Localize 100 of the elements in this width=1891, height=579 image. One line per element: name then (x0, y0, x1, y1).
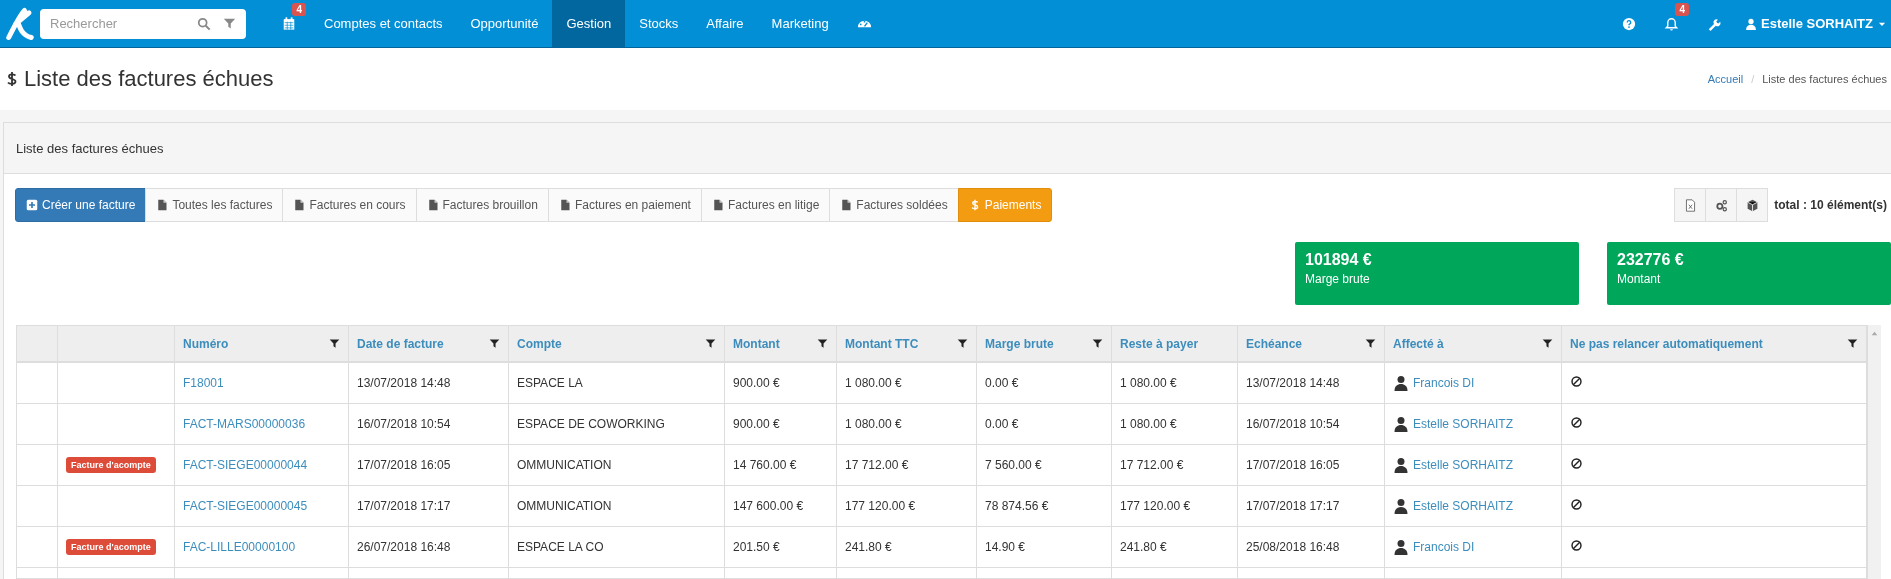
notification-badge: 4 (292, 3, 306, 16)
total-count: total : 10 élément(s) (1774, 198, 1887, 212)
table-cell: 25/08/2018 16:48 (1237, 526, 1385, 568)
table-cell: 0.00 € (976, 403, 1112, 445)
settings-button[interactable] (1705, 188, 1738, 222)
filter-tab-button[interactable]: Toutes les factures (145, 188, 284, 222)
table-cell: 900.00 € (724, 362, 837, 404)
table-cell: 13/07/2018 14:48 (348, 362, 509, 404)
create-invoice-button[interactable]: Créer une facture (15, 188, 147, 222)
column-header[interactable]: Compte (517, 336, 562, 351)
filter-icon[interactable] (957, 338, 968, 349)
assignee-link[interactable]: Estelle SORHAITZ (1413, 417, 1514, 431)
nav-menu-item[interactable]: Affaire (692, 0, 758, 47)
search-bar[interactable]: Rechercher (40, 8, 246, 39)
invoice-type-label: Facture d'acompte (66, 457, 156, 473)
breadcrumb-current: Liste des factures échues (1762, 73, 1887, 85)
filter-tab-button[interactable]: Factures en cours (282, 188, 417, 222)
filter-icon[interactable] (489, 338, 500, 349)
stat-value: 232776 € (1617, 251, 1685, 269)
user-icon (1745, 17, 1758, 30)
table-cell: 17 712.00 € (1111, 444, 1238, 486)
help-icon[interactable] (1622, 16, 1637, 31)
user-menu-button[interactable]: Estelle SORHAITZ (1735, 0, 1891, 47)
package-button[interactable] (1736, 188, 1769, 222)
excel-export-button[interactable] (1674, 188, 1707, 222)
table-cell: 1 080.00 € (836, 362, 977, 404)
user-icon (1393, 539, 1409, 555)
table-cell: 17/07/2018 17:17 (348, 485, 509, 527)
table-cell: 7 560.00 € (976, 444, 1112, 486)
assignee-link[interactable]: Estelle SORHAITZ (1413, 499, 1514, 513)
filter-tab-button[interactable]: Factures en paiement (547, 188, 702, 222)
table-cell: ESPACE LA CO (508, 526, 725, 568)
table-cell: ESPACE DE COWORKING (508, 403, 725, 445)
table-cell: 0.00 € (976, 362, 1112, 404)
payments-button[interactable]: Paiements (957, 188, 1053, 222)
table-cell: 78 874.56 € (976, 485, 1112, 527)
filter-icon[interactable] (1847, 338, 1858, 349)
table-cell: 1 080.00 € (1111, 362, 1238, 404)
page-title: Liste des factures échues (24, 66, 274, 92)
table-cell: 177 120.00 € (1111, 485, 1238, 527)
filter-icon[interactable] (329, 338, 340, 349)
table-cell: 16/07/2018 10:54 (1237, 403, 1385, 445)
notification-badge: 4 (1675, 3, 1690, 16)
search-icon[interactable] (197, 16, 211, 31)
filter-tab-button[interactable]: Factures brouillon (415, 188, 549, 222)
assignee-link[interactable]: Francois DI (1413, 376, 1475, 390)
column-header[interactable]: Affecté à (1393, 336, 1444, 351)
table-cell: 26/07/2018 16:48 (348, 526, 509, 568)
table-cell (16, 485, 58, 527)
wrench-icon[interactable] (1707, 16, 1722, 31)
header-cell (16, 325, 58, 362)
table-cell: 16/07/2018 10:54 (348, 403, 509, 445)
prohibited-icon (1570, 416, 1583, 429)
breadcrumb-separator: / (1751, 73, 1755, 85)
table-cell (16, 362, 58, 404)
file-icon (558, 199, 571, 211)
user-icon (1393, 457, 1409, 473)
panel-title: Liste des factures échues (4, 123, 1891, 174)
file-icon (156, 199, 169, 211)
filter-icon[interactable] (705, 338, 716, 349)
table-cell: 17 712.00 € (836, 444, 977, 486)
breadcrumb-link[interactable]: Accueil (1707, 73, 1744, 85)
assignee-link[interactable]: Estelle SORHAITZ (1413, 458, 1514, 472)
filter-tab-button[interactable]: Factures en litige (700, 188, 831, 222)
table-cell: ESPACE LA (508, 362, 725, 404)
table-cell: 17/07/2018 17:17 (1237, 485, 1385, 527)
filter-icon[interactable] (817, 338, 828, 349)
table-cell: 14 760.00 € (724, 444, 837, 486)
table-cell: 241.80 € (1111, 526, 1238, 568)
nav-menu-item[interactable]: Stocks (625, 0, 693, 47)
prohibited-icon (1570, 457, 1583, 470)
user-icon (1393, 498, 1409, 514)
table-cell: 241.80 € (836, 526, 977, 568)
bell-icon[interactable] (1664, 16, 1680, 31)
calendar-icon[interactable] (282, 16, 296, 31)
prohibited-icon (1570, 375, 1583, 388)
stat-label: Marge brute (1305, 272, 1371, 286)
file-icon (840, 199, 853, 211)
nav-menu-item[interactable]: Gestion (552, 0, 626, 47)
filter-icon[interactable] (1092, 338, 1103, 349)
nav-menu-item[interactable]: Opportunité (456, 0, 553, 47)
table-cell: 14.90 € (976, 526, 1112, 568)
column-header[interactable]: Numéro (183, 336, 229, 351)
table-cell: OMMUNICATION (508, 444, 725, 486)
scrollbar[interactable] (1867, 325, 1881, 579)
column-header[interactable]: Echéance (1246, 336, 1303, 351)
nav-menu-item[interactable]: Marketing (757, 0, 843, 47)
nav-menu-item[interactable]: Comptes et contacts (310, 0, 457, 47)
column-header[interactable]: Montant (733, 336, 780, 351)
prohibited-icon (1570, 498, 1583, 511)
invoice-number-link[interactable]: F18001 (183, 376, 224, 390)
cube-icon (1745, 198, 1759, 212)
assignee-link[interactable]: Francois DI (1413, 540, 1475, 554)
invoice-type-label: Facture d'acompte (66, 539, 156, 555)
table-cell: 17/07/2018 16:05 (348, 444, 509, 486)
prohibited-icon (1570, 539, 1583, 552)
filter-icon[interactable] (1542, 338, 1553, 349)
filter-tab-button[interactable]: Factures soldées (829, 188, 959, 222)
table-cell: 17/07/2018 16:05 (1237, 444, 1385, 486)
filter-icon[interactable] (1365, 338, 1376, 349)
